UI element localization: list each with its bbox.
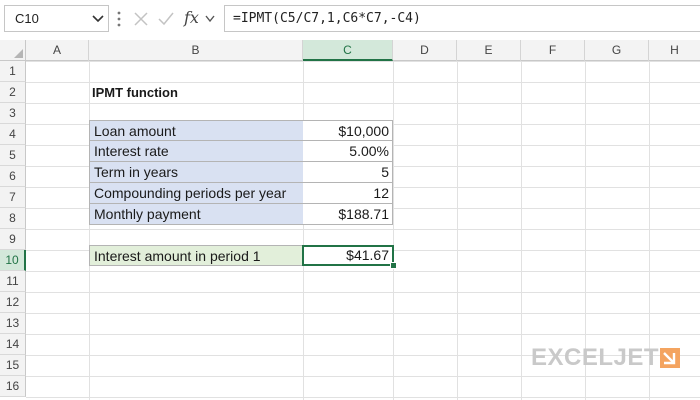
grid-line bbox=[521, 61, 522, 400]
formula-bar: C10 fx =IPMT(C5/C7,1,C6*C7,-C4) bbox=[0, 0, 700, 38]
row-header-8[interactable]: 8 bbox=[0, 208, 26, 229]
column-header-h[interactable]: H bbox=[649, 40, 700, 61]
row-header-4[interactable]: 4 bbox=[0, 124, 26, 145]
fill-handle[interactable] bbox=[390, 262, 397, 269]
row-header-13[interactable]: 13 bbox=[0, 313, 26, 334]
value-term-years[interactable]: 5 bbox=[303, 162, 393, 183]
label-loan-amount[interactable]: Loan amount bbox=[89, 120, 304, 141]
row-header-12[interactable]: 12 bbox=[0, 292, 26, 313]
row-header-14[interactable]: 14 bbox=[0, 334, 26, 355]
insert-function-icon[interactable]: fx bbox=[184, 8, 199, 27]
more-options-icon[interactable] bbox=[117, 11, 121, 27]
row-header-15[interactable]: 15 bbox=[0, 355, 26, 376]
row-header-11[interactable]: 11 bbox=[0, 271, 26, 292]
row-header-16[interactable]: 16 bbox=[0, 376, 26, 397]
label-interest-rate[interactable]: Interest rate bbox=[89, 141, 304, 162]
label-compounding-periods[interactable]: Compounding periods per year bbox=[89, 183, 304, 204]
row-header-10[interactable]: 10 bbox=[0, 250, 26, 271]
exceljet-logo: EXCELJET bbox=[531, 344, 660, 371]
select-all-icon bbox=[14, 49, 23, 58]
row-header-2[interactable]: 2 bbox=[0, 82, 26, 103]
formula-icons: fx bbox=[128, 5, 216, 32]
row-header-5[interactable]: 5 bbox=[0, 145, 26, 166]
grid-line bbox=[457, 61, 458, 400]
row-header-6[interactable]: 6 bbox=[0, 166, 26, 187]
label-term-years[interactable]: Term in years bbox=[89, 162, 304, 183]
name-box[interactable]: C10 bbox=[4, 5, 109, 32]
value-compounding-periods[interactable]: 12 bbox=[303, 183, 393, 204]
name-box-value: C10 bbox=[15, 11, 39, 26]
column-header-c[interactable]: C bbox=[303, 40, 393, 61]
column-header-e[interactable]: E bbox=[457, 40, 521, 61]
sheet-title[interactable]: IPMT function bbox=[92, 82, 292, 103]
row-header-1[interactable]: 1 bbox=[0, 61, 26, 82]
cancel-icon[interactable] bbox=[134, 12, 148, 26]
label-interest-period-1[interactable]: Interest amount in period 1 bbox=[89, 245, 304, 266]
column-header-f[interactable]: F bbox=[521, 40, 585, 61]
label-monthly-payment[interactable]: Monthly payment bbox=[89, 204, 304, 225]
chevron-down-icon[interactable] bbox=[92, 14, 104, 24]
exceljet-logo-mark-icon bbox=[660, 348, 680, 368]
enter-check-icon[interactable] bbox=[158, 12, 174, 26]
column-header-b[interactable]: B bbox=[89, 40, 303, 61]
select-all-corner[interactable] bbox=[0, 40, 26, 61]
column-header-a[interactable]: A bbox=[26, 40, 89, 61]
column-header-g[interactable]: G bbox=[585, 40, 649, 61]
result-interest-period-1[interactable]: $41.67 bbox=[302, 245, 394, 266]
value-interest-rate[interactable]: 5.00% bbox=[303, 141, 393, 162]
value-monthly-payment[interactable]: $188.71 bbox=[303, 204, 393, 225]
expand-chevron-icon[interactable] bbox=[205, 15, 215, 23]
row-header-7[interactable]: 7 bbox=[0, 187, 26, 208]
grid-line bbox=[393, 61, 394, 400]
row-header-9[interactable]: 9 bbox=[0, 229, 26, 250]
row-header-3[interactable]: 3 bbox=[0, 103, 26, 124]
formula-input[interactable]: =IPMT(C5/C7,1,C6*C7,-C4) bbox=[224, 5, 700, 32]
grid-line bbox=[303, 61, 304, 400]
grid-line bbox=[89, 61, 90, 400]
value-loan-amount[interactable]: $10,000 bbox=[303, 120, 393, 141]
column-header-d[interactable]: D bbox=[393, 40, 457, 61]
